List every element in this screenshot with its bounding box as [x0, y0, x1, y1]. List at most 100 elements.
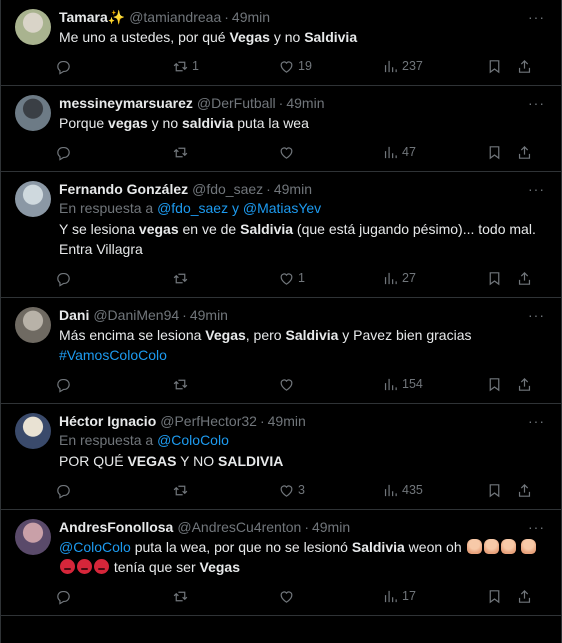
share-button[interactable]: [516, 376, 536, 393]
text-segment: puta la wea: [233, 115, 309, 131]
views-button[interactable]: 435: [382, 482, 486, 499]
retweet-button[interactable]: [172, 144, 278, 161]
more-icon[interactable]: ···: [528, 307, 545, 323]
reply-mention-link[interactable]: @fdo_saez y @MatiasYev: [157, 200, 321, 216]
more-icon[interactable]: ···: [528, 519, 545, 535]
like-count: 3: [298, 483, 305, 497]
timestamp[interactable]: 49min: [190, 306, 228, 324]
reply-mention-link[interactable]: @ColoColo: [157, 432, 229, 448]
reply-button[interactable]: [55, 588, 172, 605]
user-handle[interactable]: @DerFutball: [197, 94, 276, 112]
more-icon[interactable]: ···: [528, 9, 545, 25]
retweet-icon: [173, 273, 188, 283]
views-button[interactable]: 237: [382, 58, 486, 75]
timestamp[interactable]: 49min: [274, 180, 312, 198]
display-name[interactable]: Dani: [59, 306, 89, 324]
avatar[interactable]: [15, 519, 51, 555]
like-button[interactable]: [278, 376, 382, 393]
display-name[interactable]: Fernando González: [59, 180, 188, 198]
tweet[interactable]: Tamara✨ @tamiandreaa · 49min Me uno a us…: [1, 0, 561, 86]
tweet[interactable]: Dani @DaniMen94 · 49min Más encima se le…: [1, 298, 561, 404]
like-count: 19: [298, 59, 312, 73]
retweet-button[interactable]: [172, 482, 278, 499]
more-icon[interactable]: ···: [528, 95, 545, 111]
reply-button[interactable]: [55, 376, 172, 393]
like-button[interactable]: 3: [278, 482, 382, 499]
tweet[interactable]: Héctor Ignacio @PerfHector32 · 49min En …: [1, 404, 561, 510]
avatar[interactable]: [15, 9, 51, 45]
share-button[interactable]: [516, 588, 536, 605]
bookmark-button[interactable]: [486, 58, 516, 75]
retweet-button[interactable]: [172, 376, 278, 393]
share-button[interactable]: [516, 482, 536, 499]
user-handle[interactable]: @fdo_saez: [192, 180, 263, 198]
timestamp[interactable]: 49min: [232, 8, 270, 26]
tweet[interactable]: AndresFonollosa @AndresCu4renton · 49min…: [1, 510, 561, 616]
retweet-icon: [173, 147, 188, 157]
reply-button[interactable]: [55, 270, 172, 287]
highlighted-term: saldivia: [182, 115, 234, 131]
avatar[interactable]: [15, 413, 51, 449]
retweet-button[interactable]: [172, 270, 278, 287]
avatar[interactable]: [15, 95, 51, 131]
like-button[interactable]: [278, 144, 382, 161]
user-handle[interactable]: @PerfHector32: [160, 412, 257, 430]
user-handle[interactable]: @DaniMen94: [93, 306, 179, 324]
views-button[interactable]: 27: [382, 270, 486, 287]
reply-icon: [57, 590, 70, 605]
user-handle[interactable]: @AndresCu4renton: [177, 518, 301, 536]
bookmark-button[interactable]: [486, 482, 516, 499]
mention-link[interactable]: @ColoColo: [59, 539, 131, 555]
emoji-hands: [483, 539, 499, 554]
text-segment: en ve de: [178, 221, 241, 237]
reply-button[interactable]: [55, 482, 172, 499]
hashtag-link[interactable]: #VamosColoColo: [59, 347, 167, 363]
views-button[interactable]: 47: [382, 144, 486, 161]
display-name[interactable]: messineymarsuarez: [59, 94, 193, 112]
views-icon: [384, 484, 397, 496]
views-button[interactable]: 17: [382, 588, 486, 605]
retweet-icon: [173, 379, 188, 389]
avatar[interactable]: [15, 181, 51, 217]
like-button[interactable]: 1: [278, 270, 382, 287]
separator-dot: ·: [259, 413, 265, 429]
share-button[interactable]: [516, 58, 536, 75]
user-handle[interactable]: @tamiandreaa: [129, 8, 221, 26]
share-icon: [518, 145, 531, 159]
display-name[interactable]: AndresFonollosa: [59, 518, 173, 536]
action-bar: 154: [55, 365, 547, 403]
share-button[interactable]: [516, 270, 536, 287]
share-button[interactable]: [516, 144, 536, 161]
retweet-button[interactable]: [172, 588, 278, 605]
like-button[interactable]: [278, 588, 382, 605]
tweet[interactable]: Fernando González @fdo_saez · 49min En r…: [1, 172, 561, 298]
avatar[interactable]: [15, 307, 51, 343]
text-segment: Y se lesiona: [59, 221, 139, 237]
timestamp[interactable]: 49min: [312, 518, 350, 536]
bookmark-button[interactable]: [486, 376, 516, 393]
highlighted-term: Vegas: [199, 559, 240, 575]
more-icon[interactable]: ···: [528, 413, 545, 429]
timestamp[interactable]: 49min: [286, 94, 324, 112]
reply-icon: [57, 272, 70, 287]
more-icon[interactable]: ···: [528, 181, 545, 197]
tweet-header: Dani @DaniMen94 · 49min: [59, 306, 547, 324]
tweet[interactable]: messineymarsuarez @DerFutball · 49min Po…: [1, 86, 561, 172]
like-icon: [280, 378, 293, 391]
highlighted-term: vegas: [138, 221, 179, 237]
view-count: 154: [402, 377, 423, 391]
text-segment: [517, 539, 521, 555]
share-icon: [518, 377, 531, 391]
bookmark-button[interactable]: [486, 270, 516, 287]
bookmark-button[interactable]: [486, 144, 516, 161]
timestamp[interactable]: 49min: [268, 412, 306, 430]
bookmark-button[interactable]: [486, 588, 516, 605]
display-name[interactable]: Héctor Ignacio: [59, 412, 156, 430]
like-button[interactable]: 19: [278, 58, 382, 75]
reply-button[interactable]: [55, 144, 172, 161]
display-name[interactable]: Tamara✨: [59, 8, 125, 26]
views-button[interactable]: 154: [382, 376, 486, 393]
retweet-button[interactable]: 1: [172, 58, 278, 75]
reply-button[interactable]: [55, 58, 172, 75]
views-icon: [384, 272, 397, 284]
